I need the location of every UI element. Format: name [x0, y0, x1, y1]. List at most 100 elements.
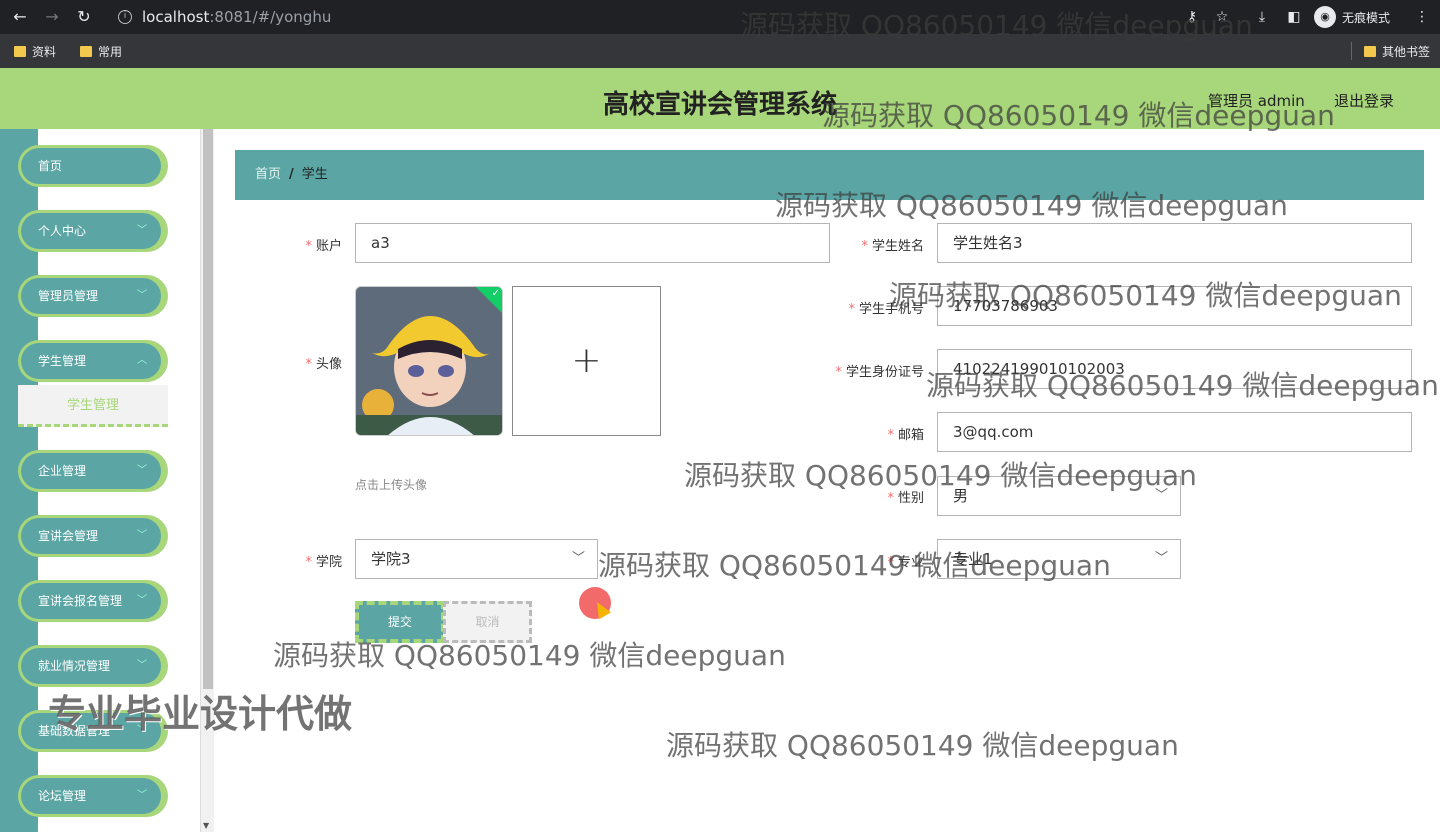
- phone-input[interactable]: 17703786903: [937, 286, 1412, 326]
- sidebar-item-inner: 个人中心 ﹀: [21, 213, 161, 249]
- sidebar-item-label: 宣讲会报名管理: [38, 594, 123, 608]
- sidebar-subitem-students[interactable]: 学生管理: [18, 385, 168, 427]
- sidebar-item-talks[interactable]: 宣讲会管理 ﹀: [18, 515, 168, 557]
- sidebar-item-inner: 企业管理 ﹀: [21, 453, 161, 489]
- avatar-label: * 头像: [290, 353, 342, 372]
- gender-select[interactable]: 男 ﹀: [937, 476, 1181, 516]
- required-mark: *: [305, 357, 312, 372]
- chevron-down-icon: ﹀: [1154, 551, 1168, 566]
- sidebar-item-companies[interactable]: 企业管理 ﹀: [18, 450, 168, 492]
- phone-label-text: 学生手机号: [858, 302, 924, 317]
- other-bookmarks-label: 其他书签: [1382, 45, 1431, 59]
- chevron-up-icon: ︿: [137, 355, 147, 366]
- bookmark-divider: [1351, 42, 1352, 60]
- email-label: * 邮箱: [820, 424, 924, 443]
- bookmark-folder-1[interactable]: 常用: [80, 43, 122, 60]
- address-bar[interactable]: i localhost:8081/#/yonghu ⚷ ☆: [108, 4, 1228, 30]
- incognito-indicator[interactable]: ◉ 无痕模式: [1314, 5, 1390, 29]
- required-mark: *: [835, 365, 842, 380]
- sidebar-item-label: 就业情况管理: [38, 659, 111, 673]
- chevron-down-icon: ﹀: [137, 530, 147, 541]
- sidebar-item-inner: 论坛管理 ﹀: [21, 778, 161, 814]
- name-input[interactable]: 学生姓名3: [937, 223, 1412, 263]
- college-label-text: 学院: [315, 555, 342, 570]
- sidebar-item-inner: 管理员管理 ﹀: [21, 278, 161, 314]
- major-label-text: 专业: [897, 555, 924, 570]
- email-label-text: 邮箱: [897, 428, 924, 443]
- bookmark-folder-0[interactable]: 资料: [14, 43, 56, 60]
- account-label-text: 账户: [315, 239, 342, 254]
- sidebar-item-forum[interactable]: 论坛管理 ﹀: [18, 775, 168, 817]
- breadcrumb-separator: /: [289, 167, 294, 182]
- reload-icon[interactable]: ↻: [74, 7, 94, 27]
- sidebar-item-label: 宣讲会管理: [38, 529, 99, 543]
- chevron-down-icon: ﹀: [137, 790, 147, 801]
- major-select[interactable]: 专业1 ﹀: [937, 539, 1181, 579]
- breadcrumb: 首页 / 学生: [235, 150, 1424, 200]
- college-select[interactable]: 学院3 ﹀: [355, 539, 598, 579]
- cancel-button[interactable]: 取消: [443, 601, 532, 643]
- id-card-label: * 学生身份证号: [820, 361, 924, 380]
- major-value: 专业1: [953, 550, 993, 568]
- incognito-label: 无痕模式: [1342, 10, 1391, 25]
- other-bookmarks[interactable]: 其他书签: [1364, 43, 1430, 60]
- chevron-down-icon: ﹀: [137, 465, 147, 476]
- sidebar-item-home[interactable]: 首页: [18, 145, 168, 187]
- folder-icon: [80, 46, 92, 57]
- upload-avatar-button[interactable]: +: [512, 286, 661, 436]
- logout-link[interactable]: 退出登录: [1334, 90, 1394, 111]
- sidebar-item-students[interactable]: 学生管理 ︿: [18, 340, 168, 382]
- sidebar-item-label: 学生管理: [38, 354, 87, 368]
- url-text: localhost:8081/#/yonghu: [142, 4, 331, 30]
- sidebar-item-admins[interactable]: 管理员管理 ﹀: [18, 275, 168, 317]
- required-mark: *: [305, 555, 312, 570]
- sidebar-item-profile[interactable]: 个人中心 ﹀: [18, 210, 168, 252]
- browser-toolbar: ← → ↻ i localhost:8081/#/yonghu ⚷ ☆ ⤓ ◧ …: [0, 0, 1440, 34]
- name-label-text: 学生姓名: [871, 239, 924, 254]
- sidebar-item-label: 企业管理: [38, 464, 87, 478]
- sidebar-item-label: 个人中心: [38, 224, 87, 238]
- menu-dots-icon[interactable]: ⋮: [1412, 7, 1432, 27]
- url-host: localhost: [142, 8, 210, 26]
- watermark: 源码获取 QQ86050149 微信deepguan: [666, 729, 1179, 762]
- sidebar-item-talk-signups[interactable]: 宣讲会报名管理 ﹀: [18, 580, 168, 622]
- chevron-down-icon: ﹀: [137, 660, 147, 671]
- forward-arrow-icon[interactable]: →: [42, 7, 62, 27]
- back-arrow-icon[interactable]: ←: [10, 7, 30, 27]
- bookmark-label: 资料: [32, 45, 57, 59]
- sidebar-item-employment[interactable]: 就业情况管理 ﹀: [18, 645, 168, 687]
- sidepanel-icon[interactable]: ◧: [1284, 7, 1304, 27]
- sidebar-item-inner: 学生管理 ︿: [21, 343, 161, 379]
- incognito-icon: ◉: [1314, 6, 1336, 28]
- email-input[interactable]: 3@qq.com: [937, 412, 1412, 452]
- major-label: * 专业: [820, 551, 924, 570]
- gender-label: * 性别: [820, 487, 924, 506]
- scrollbar-thumb[interactable]: [203, 129, 213, 689]
- app-header: 高校宣讲会管理系统 管理员 admin 退出登录: [0, 68, 1440, 129]
- url-path: :8081/#/yonghu: [209, 8, 332, 26]
- account-input[interactable]: a3: [355, 223, 830, 263]
- site-info-icon[interactable]: i: [118, 10, 132, 24]
- breadcrumb-home[interactable]: 首页: [255, 167, 281, 182]
- key-icon[interactable]: ⚷: [1182, 7, 1202, 27]
- chevron-down-icon: ﹀: [571, 551, 585, 566]
- bookmarks-bar: 资料 常用 其他书签: [0, 34, 1440, 68]
- required-mark: *: [887, 491, 894, 506]
- id-card-label-text: 学生身份证号: [845, 365, 924, 380]
- sidebar-item-label: 论坛管理: [38, 789, 87, 803]
- college-label: * 学院: [290, 551, 342, 570]
- breadcrumb-current: 学生: [301, 167, 328, 182]
- required-mark: *: [848, 302, 855, 317]
- required-mark: *: [305, 239, 312, 254]
- submit-button[interactable]: 提交: [355, 601, 445, 643]
- scroll-down-icon[interactable]: ▼: [203, 821, 209, 830]
- bookmark-label: 常用: [98, 45, 123, 59]
- download-icon[interactable]: ⤓: [1252, 7, 1272, 27]
- avatar-image[interactable]: ✓: [355, 286, 503, 436]
- chevron-down-icon: ﹀: [137, 225, 147, 236]
- plus-icon: +: [571, 340, 602, 381]
- chevron-down-icon: ﹀: [137, 290, 147, 301]
- sidebar-item-inner: 就业情况管理 ﹀: [21, 648, 161, 684]
- star-icon[interactable]: ☆: [1212, 7, 1232, 27]
- id-card-input[interactable]: 410224199010102003: [937, 349, 1412, 389]
